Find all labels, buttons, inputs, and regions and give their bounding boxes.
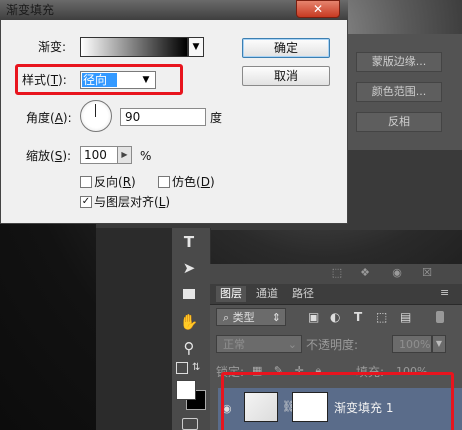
pixel-filter-icon[interactable]: ▣ xyxy=(308,308,319,326)
opacity-label: 不透明度: xyxy=(306,338,359,352)
panel-menu-icon[interactable]: ≡ xyxy=(440,286,449,299)
type-tool-icon[interactable]: T xyxy=(178,232,200,252)
path-select-tool-icon[interactable]: ➤ xyxy=(178,258,200,278)
mask-edge-button[interactable]: 蒙版边缘... xyxy=(356,52,442,72)
color-range-button[interactable]: 颜色范围... xyxy=(356,82,442,102)
mask-icon[interactable]: ❖ xyxy=(358,266,372,280)
chevron-updown-icon: ⇕ xyxy=(271,311,281,324)
scale-stepper-icon[interactable]: ▶ xyxy=(118,146,132,164)
trash-icon[interactable]: ☒ xyxy=(420,266,434,280)
layer-highlight-box xyxy=(221,372,454,430)
opacity-dropdown-icon[interactable]: ▼ xyxy=(432,335,446,353)
scale-input[interactable]: 100 xyxy=(80,146,118,164)
hand-tool-icon[interactable]: ✋ xyxy=(178,312,200,332)
angle-dial[interactable] xyxy=(80,100,112,132)
blend-mode-value: 正常 xyxy=(223,338,245,351)
eye-icon[interactable]: ◉ xyxy=(390,266,404,280)
angle-input[interactable]: 90 xyxy=(120,108,206,126)
ok-button[interactable]: 确定 xyxy=(242,38,330,58)
adjustment-filter-icon[interactable]: ◐ xyxy=(330,308,340,326)
quick-mask-icon[interactable] xyxy=(182,418,198,430)
layer-filter-select[interactable]: ⌕ 类型 ⇕ xyxy=(216,308,286,326)
smart-object-filter-icon[interactable]: ▤ xyxy=(400,308,411,326)
type-filter-icon[interactable]: T xyxy=(354,308,362,326)
layers-tab-bar xyxy=(210,284,462,305)
align-with-layer-label: 与图层对齐(L) xyxy=(94,195,171,209)
style-highlight-box xyxy=(15,64,183,95)
shape-filter-icon[interactable]: ⬚ xyxy=(376,308,387,326)
rectangle-tool-icon[interactable] xyxy=(178,284,200,304)
default-colors-icon[interactable] xyxy=(176,362,188,374)
tab-channels[interactable]: 通道 xyxy=(252,286,282,302)
tab-layers[interactable]: 图层 xyxy=(216,286,246,302)
document-canvas xyxy=(96,228,172,430)
scale-unit: % xyxy=(140,149,152,163)
tab-paths[interactable]: 路径 xyxy=(288,286,318,302)
blend-mode-select[interactable]: 正常 ⌄ xyxy=(216,335,302,353)
foreground-color-swatch[interactable] xyxy=(176,380,196,400)
dialog-title: 渐变填充 xyxy=(6,3,55,17)
marquee-icon[interactable]: ⬚ xyxy=(330,266,344,280)
reverse-label: 反向(R) xyxy=(94,175,136,189)
cancel-button[interactable]: 取消 xyxy=(242,66,330,86)
filter-type-label: 类型 xyxy=(232,311,255,324)
angle-needle-icon xyxy=(95,104,96,117)
dither-checkbox[interactable] xyxy=(158,176,170,188)
zoom-tool-icon[interactable]: ⚲ xyxy=(178,338,200,358)
gradient-picker[interactable] xyxy=(80,37,188,57)
gradient-dropdown-icon[interactable]: ▼ xyxy=(188,37,204,57)
scale-label: 缩放(S): xyxy=(26,149,72,163)
filter-toggle-icon[interactable] xyxy=(436,311,444,323)
invert-button[interactable]: 反相 xyxy=(356,112,442,132)
angle-unit: 度 xyxy=(210,111,223,125)
search-icon: ⌕ xyxy=(223,311,230,324)
filter-icons-row: ▣ ◐ T ⬚ ▤ xyxy=(300,308,450,326)
swap-colors-icon[interactable]: ⇅ xyxy=(192,362,200,373)
reverse-checkbox[interactable] xyxy=(80,176,92,188)
opacity-input[interactable]: 100% xyxy=(392,335,432,353)
chevron-down-icon: ⌄ xyxy=(287,338,297,351)
align-with-layer-checkbox[interactable]: ✓ xyxy=(80,196,92,208)
close-button[interactable]: ✕ xyxy=(296,0,340,18)
dither-label: 仿色(D) xyxy=(172,175,215,189)
angle-label: 角度(A): xyxy=(26,111,72,125)
gradient-label: 渐变: xyxy=(38,40,67,54)
